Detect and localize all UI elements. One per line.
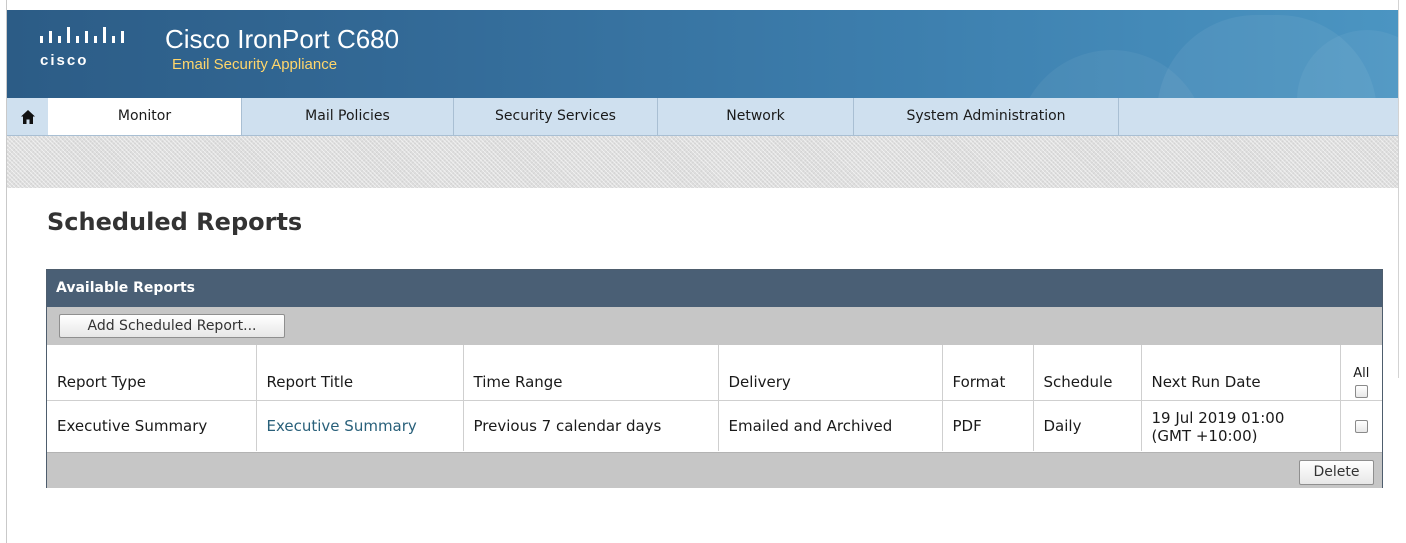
- next-run-date-text: 19 Jul 2019 01:00: [1151, 408, 1285, 427]
- tab-monitor[interactable]: Monitor: [48, 98, 242, 135]
- row-select-cell: [1340, 399, 1382, 451]
- product-subtitle: Email Security Appliance: [172, 56, 338, 73]
- app-header: cisco Cisco IronPort C680 Email Security…: [7, 10, 1398, 98]
- table-header-row: Report Type Report Title Time Range Deli…: [47, 345, 1382, 400]
- subnav-band: [7, 136, 1398, 188]
- column-header-schedule: Schedule: [1033, 345, 1142, 400]
- column-header-time-range: Time Range: [463, 345, 719, 400]
- cell-delivery: Emailed and Archived: [718, 399, 943, 451]
- column-header-next-run-date: Next Run Date: [1141, 345, 1341, 400]
- cell-schedule: Daily: [1033, 399, 1142, 451]
- tab-system-administration[interactable]: System Administration: [854, 98, 1119, 135]
- select-all-cell: All: [1340, 345, 1382, 400]
- select-all-checkbox[interactable]: [1354, 384, 1368, 398]
- tab-mail-policies[interactable]: Mail Policies: [242, 98, 454, 135]
- add-scheduled-report-button[interactable]: Add Scheduled Report...: [59, 314, 285, 338]
- reports-table: Report Type Report Title Time Range Deli…: [47, 345, 1382, 451]
- product-name: Cisco IronPort C680: [165, 24, 400, 54]
- column-header-report-title: Report Title: [256, 345, 464, 400]
- main-nav: Monitor Mail Policies Security Services …: [7, 98, 1398, 136]
- available-reports-panel: Available Reports Add Scheduled Report..…: [46, 269, 1383, 488]
- report-title-link[interactable]: Executive Summary: [256, 399, 464, 451]
- panel-footer: Delete: [47, 452, 1382, 488]
- panel-toolbar: Add Scheduled Report...: [47, 307, 1382, 345]
- cell-time-range: Previous 7 calendar days: [463, 399, 719, 451]
- table-row: Executive Summary Executive Summary Prev…: [47, 399, 1382, 451]
- row-select-checkbox[interactable]: [1354, 419, 1368, 433]
- cell-report-type: Executive Summary: [47, 399, 257, 451]
- page-title: Scheduled Reports: [47, 208, 303, 236]
- panel-title: Available Reports: [47, 270, 1382, 307]
- cisco-logo: cisco: [35, 27, 131, 79]
- column-header-format: Format: [942, 345, 1034, 400]
- delete-button[interactable]: Delete: [1299, 460, 1374, 485]
- column-header-delivery: Delivery: [718, 345, 943, 400]
- cell-next-run-date: 19 Jul 2019 01:00 (GMT +10:00): [1141, 399, 1341, 451]
- column-header-report-type: Report Type: [47, 345, 257, 400]
- tab-security-services[interactable]: Security Services: [454, 98, 658, 135]
- cell-format: PDF: [942, 399, 1034, 451]
- tab-network[interactable]: Network: [658, 98, 854, 135]
- home-icon[interactable]: [7, 98, 48, 135]
- select-all-label: All: [1353, 365, 1370, 381]
- next-run-timezone-text: (GMT +10:00): [1151, 426, 1258, 445]
